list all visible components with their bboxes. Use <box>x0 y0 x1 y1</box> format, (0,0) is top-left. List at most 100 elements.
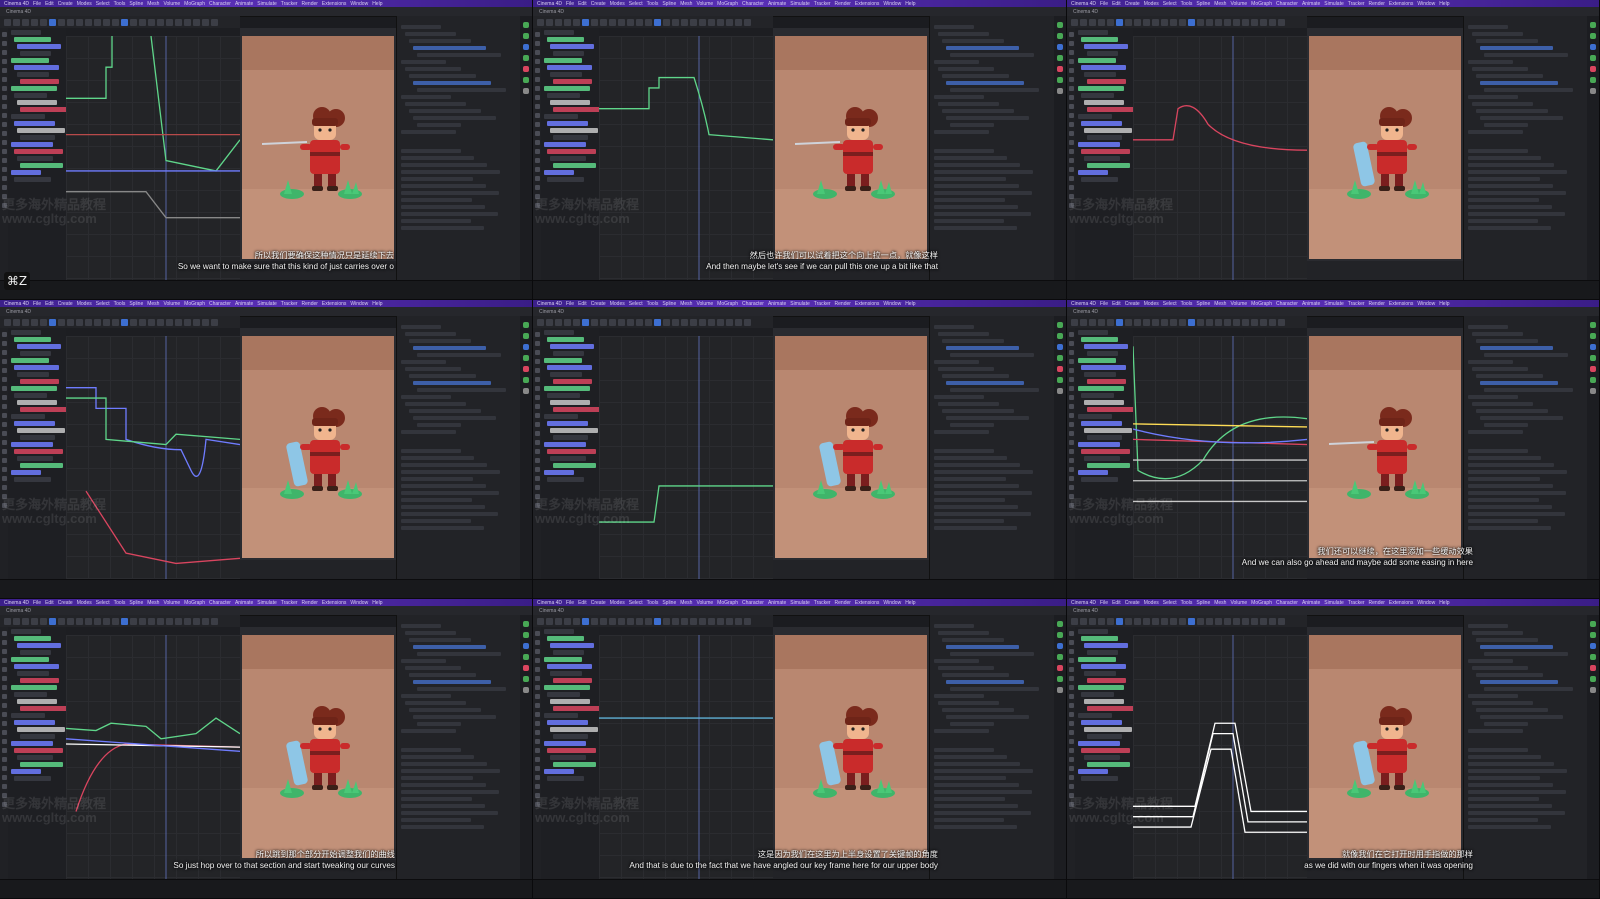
object-row[interactable] <box>938 67 994 71</box>
palette-icon[interactable] <box>534 494 540 499</box>
viewport[interactable] <box>1307 28 1463 281</box>
palette-icon[interactable] <box>1068 377 1074 382</box>
palette-icon[interactable] <box>534 104 540 109</box>
palette-icon[interactable] <box>1 757 7 762</box>
track-row[interactable] <box>1078 685 1124 690</box>
tool-icon[interactable] <box>672 617 679 625</box>
palette-icon[interactable] <box>1 185 7 190</box>
tool-icon[interactable] <box>1260 617 1267 625</box>
palette-icon[interactable] <box>534 503 540 508</box>
palette-icon[interactable] <box>1 368 7 373</box>
track-row[interactable] <box>553 407 600 412</box>
object-row[interactable] <box>1480 116 1563 120</box>
palette-icon[interactable] <box>1068 721 1074 726</box>
tool-icon[interactable] <box>139 18 146 26</box>
palette-icon[interactable] <box>1 350 7 355</box>
object-row[interactable] <box>409 39 471 43</box>
menu-item[interactable]: MoGraph <box>1251 1 1272 7</box>
track-row[interactable] <box>550 372 582 377</box>
menu-item[interactable]: Volume <box>1230 1 1247 7</box>
track-row[interactable] <box>547 337 584 342</box>
menu-item[interactable]: Simulate <box>1324 301 1343 307</box>
menu-item[interactable]: Edit <box>578 1 587 7</box>
attribute-row[interactable] <box>1468 170 1567 174</box>
palette-icon[interactable] <box>1 775 7 780</box>
tool-icon[interactable] <box>1215 18 1222 26</box>
palette-icon[interactable] <box>1 476 7 481</box>
menu-item[interactable]: Help <box>1439 1 1449 7</box>
tool-icon[interactable] <box>58 18 65 26</box>
track-row[interactable] <box>11 170 41 175</box>
f-curve-editor[interactable] <box>599 336 773 580</box>
tool-icon[interactable] <box>645 318 652 326</box>
object-row[interactable] <box>942 39 1004 43</box>
sidebar-icon[interactable] <box>1590 55 1596 61</box>
tool-icon[interactable] <box>1260 18 1267 26</box>
track-row[interactable] <box>14 477 51 482</box>
tool-icon[interactable] <box>31 18 38 26</box>
palette-icon[interactable] <box>1068 640 1074 645</box>
track-row[interactable] <box>1081 636 1118 641</box>
tool-icon[interactable] <box>1152 318 1159 326</box>
palette-icon[interactable] <box>1068 359 1074 364</box>
attribute-row[interactable] <box>401 769 500 773</box>
track-row[interactable] <box>544 442 586 447</box>
attribute-row[interactable] <box>1468 804 1552 808</box>
menu-item[interactable]: Create <box>1125 301 1140 307</box>
track-row[interactable] <box>1078 713 1112 718</box>
menu-item[interactable]: Create <box>1125 1 1140 7</box>
palette-icon[interactable] <box>534 485 540 490</box>
tool-icon[interactable] <box>4 617 11 625</box>
menu-item[interactable]: Volume <box>1230 301 1247 307</box>
track-row[interactable] <box>1081 37 1118 42</box>
attribute-row[interactable] <box>934 491 1032 495</box>
track-row[interactable] <box>11 470 41 475</box>
attribute-row[interactable] <box>934 470 1033 474</box>
track-row[interactable] <box>1078 86 1124 91</box>
menu-item[interactable]: Cinema 4D <box>537 1 562 7</box>
tool-icon[interactable] <box>31 617 38 625</box>
tool-icon[interactable] <box>103 617 110 625</box>
menu-item[interactable]: Cinema 4D <box>537 600 562 606</box>
track-row[interactable] <box>1081 477 1118 482</box>
menu-item[interactable]: Select <box>1163 1 1177 7</box>
track-row[interactable] <box>1078 142 1120 147</box>
track-row[interactable] <box>11 685 57 690</box>
palette-icon[interactable] <box>1 485 7 490</box>
attribute-row[interactable] <box>1468 484 1553 488</box>
object-row[interactable] <box>409 74 476 78</box>
tool-icon[interactable] <box>94 617 101 625</box>
track-row[interactable] <box>11 114 45 119</box>
attribute-row[interactable] <box>934 212 1031 216</box>
track-row[interactable] <box>1084 671 1116 676</box>
track-row[interactable] <box>20 135 55 140</box>
object-row[interactable] <box>1484 423 1528 427</box>
menu-item[interactable]: Extensions <box>322 600 346 606</box>
tool-icon[interactable] <box>1188 18 1195 26</box>
menu-item[interactable]: Simulate <box>1324 600 1343 606</box>
object-row[interactable] <box>942 638 1004 642</box>
track-row[interactable] <box>550 428 598 433</box>
track-row[interactable] <box>11 657 49 662</box>
object-row[interactable] <box>1472 67 1528 71</box>
menu-item[interactable]: MoGraph <box>184 1 205 7</box>
sidebar-icon[interactable] <box>523 632 529 638</box>
palette-icon[interactable] <box>534 413 540 418</box>
track-row[interactable] <box>1084 755 1120 760</box>
menu-item[interactable]: Tracker <box>281 1 298 7</box>
palette-icon[interactable] <box>534 431 540 436</box>
palette-icon[interactable] <box>1068 404 1074 409</box>
track-row[interactable] <box>550 72 582 77</box>
sidebar-icon[interactable] <box>1590 355 1596 361</box>
palette-icon[interactable] <box>1 86 7 91</box>
menu-item[interactable]: Help <box>905 301 915 307</box>
palette-icon[interactable] <box>1068 503 1074 508</box>
menu-item[interactable]: Extensions <box>322 301 346 307</box>
attribute-row[interactable] <box>1468 797 1539 801</box>
menu-item[interactable]: Character <box>742 600 764 606</box>
object-row[interactable] <box>934 95 984 99</box>
sidebar-icon[interactable] <box>1057 33 1063 39</box>
sidebar-icon[interactable] <box>523 322 529 328</box>
tool-icon[interactable] <box>555 18 562 26</box>
tool-icon[interactable] <box>1170 318 1177 326</box>
